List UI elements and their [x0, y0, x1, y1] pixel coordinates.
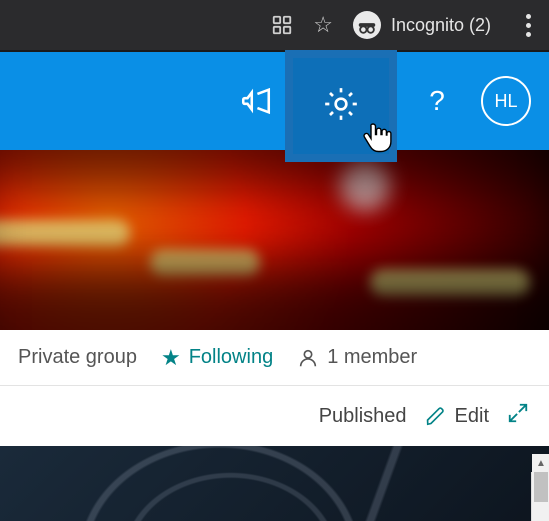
star-filled-icon: ★ — [161, 345, 181, 371]
expand-button[interactable] — [507, 402, 529, 430]
person-icon — [297, 347, 319, 369]
pencil-icon — [425, 405, 447, 427]
site-hero-image — [0, 150, 549, 330]
browser-menu-icon[interactable] — [519, 14, 537, 37]
members-count: 1 member — [327, 346, 417, 369]
scrollbar[interactable]: ▲ — [531, 472, 549, 521]
pointer-cursor-icon — [360, 120, 392, 161]
edit-label: Edit — [455, 405, 489, 428]
scroll-thumb[interactable] — [534, 472, 548, 502]
scroll-up-arrow-icon[interactable]: ▲ — [532, 454, 549, 472]
help-icon[interactable]: ? — [417, 85, 457, 117]
publish-status: Published — [319, 405, 407, 428]
edit-button[interactable]: Edit — [425, 405, 489, 428]
privacy-label: Private group — [18, 346, 137, 369]
user-avatar[interactable]: HL — [481, 76, 531, 126]
settings-gear-icon[interactable] — [321, 84, 361, 129]
megaphone-icon[interactable] — [239, 84, 273, 118]
site-meta-bar: Private group ★ Following 1 member — [0, 330, 549, 386]
browser-top-bar: ☆ Incognito (2) — [0, 0, 549, 52]
following-label: Following — [189, 346, 273, 369]
incognito-icon — [353, 11, 381, 39]
expand-icon — [507, 402, 529, 424]
app-header: ? HL — [0, 52, 549, 150]
avatar-initials: HL — [494, 91, 517, 112]
bookmark-star-icon[interactable]: ☆ — [313, 12, 333, 38]
incognito-label: Incognito (2) — [391, 15, 491, 36]
incognito-indicator[interactable]: Incognito (2) — [353, 11, 491, 39]
content-image — [0, 446, 549, 521]
extensions-icon[interactable] — [271, 14, 293, 36]
following-button[interactable]: ★ Following — [161, 345, 273, 371]
members-indicator[interactable]: 1 member — [297, 346, 417, 369]
page-action-bar: Published Edit — [0, 386, 549, 446]
